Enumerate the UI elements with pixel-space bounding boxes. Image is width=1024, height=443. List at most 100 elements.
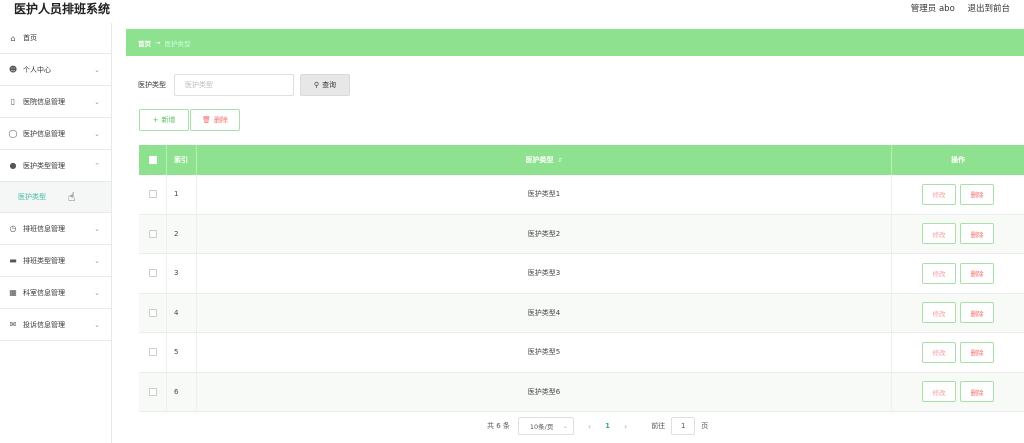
breadcrumb-home[interactable]: 首页	[138, 38, 151, 48]
user-name: 管理员 abo	[910, 4, 955, 14]
header-type-label: 医护类型	[525, 156, 554, 164]
sidebar-item-label: 排班信息管理	[23, 224, 65, 233]
row-type: 医护类型6	[197, 372, 892, 411]
pagination: 共 6 条 10条/页 ⌄ ‹ 1 › 前往 1 页	[487, 417, 708, 435]
chevron-down-icon: ⌄	[94, 224, 100, 233]
row-delete-button[interactable]: 删除	[960, 381, 994, 403]
row-index: 3	[167, 254, 197, 293]
row-checkbox[interactable]	[148, 348, 157, 357]
select-all-checkbox[interactable]	[148, 156, 157, 164]
chevron-down-icon: ⌄	[562, 422, 568, 430]
row-checkbox-cell	[139, 214, 167, 253]
current-page-number[interactable]: 1	[605, 422, 610, 430]
sidebar-item-department-info[interactable]: ▦ 科室信息管理 ⌄	[0, 277, 111, 309]
row-delete-button[interactable]: 删除	[960, 262, 994, 284]
clock-icon: ◷	[9, 224, 17, 233]
row-index: 1	[167, 175, 197, 214]
sidebar-item-label: 科室信息管理	[23, 288, 65, 297]
row-index: 6	[167, 372, 197, 411]
add-button-label: 新增	[161, 116, 176, 124]
row-checkbox-cell	[139, 372, 167, 411]
sidebar-item-home[interactable]: ⌂ 首页	[0, 23, 111, 54]
goto-page-input[interactable]: 1	[671, 417, 696, 435]
user-icon: ☻	[8, 65, 18, 74]
row-checkbox-cell	[139, 333, 167, 372]
row-type: 医护类型2	[197, 214, 892, 253]
top-bar: 医护人员排班系统 管理员 abo 退出到前台	[0, 0, 1024, 18]
table-row: 3 医护类型3 修改 删除	[139, 254, 1024, 294]
row-index: 2	[167, 214, 197, 253]
row-type: 医护类型3	[197, 254, 892, 293]
row-index: 4	[167, 293, 197, 332]
chevron-down-icon: ⌄	[94, 65, 100, 74]
sidebar-subitem-label: 医护类型	[18, 193, 46, 201]
header-type[interactable]: 医护类型 ⇵	[197, 145, 892, 175]
sort-icon[interactable]: ⇵	[557, 157, 562, 164]
home-icon: ⌂	[10, 33, 16, 43]
edit-button[interactable]: 修改	[922, 381, 956, 403]
edit-button[interactable]: 修改	[922, 262, 956, 284]
row-checkbox-cell	[139, 293, 167, 332]
row-checkbox[interactable]	[148, 387, 157, 396]
sidebar-item-personal-center[interactable]: ☻ 个人中心 ⌄	[0, 54, 111, 86]
location-icon: ●	[9, 161, 17, 170]
header-ops: 操作	[951, 156, 965, 164]
sidebar-item-label: 医护类型管理	[23, 161, 65, 170]
row-ops: 修改 删除	[892, 254, 1024, 293]
row-delete-button[interactable]: 删除	[960, 183, 994, 205]
main-content: 首页 → 医护类型 医护类型 医护类型 ⚲ 查询 + 新增 🗑 删除 索引 医护…	[126, 29, 1024, 443]
table-header: 索引 医护类型 ⇵ 操作	[139, 145, 1024, 175]
breadcrumb: 首页 → 医护类型	[126, 29, 1024, 56]
row-checkbox[interactable]	[148, 269, 157, 278]
next-page-icon[interactable]: ›	[624, 422, 627, 431]
row-ops: 修改 删除	[892, 215, 1024, 254]
sidebar-item-label: 排班类型管理	[23, 256, 65, 265]
sidebar-subitem-medical-type[interactable]: 医护类型 ☝	[0, 182, 111, 213]
header-index: 索引	[167, 145, 197, 175]
row-delete-button[interactable]: 删除	[960, 302, 994, 324]
table-row: 5 医护类型5 修改 删除	[139, 333, 1024, 373]
sidebar-item-schedule-info[interactable]: ◷ 排班信息管理 ⌄	[0, 213, 111, 245]
chevron-down-icon: ⌄	[94, 320, 100, 329]
delete-button[interactable]: 🗑 删除	[190, 109, 240, 131]
add-button[interactable]: + 新增	[139, 109, 189, 131]
row-delete-button[interactable]: 删除	[960, 223, 994, 245]
sidebar-item-label: 个人中心	[23, 65, 51, 74]
breadcrumb-arrow-icon: →	[155, 38, 161, 47]
row-checkbox[interactable]	[148, 229, 157, 238]
sidebar-item-schedule-type[interactable]: ▬ 排班类型管理 ⌄	[0, 245, 111, 277]
row-checkbox[interactable]	[148, 190, 157, 199]
prev-page-icon[interactable]: ‹	[588, 422, 591, 431]
sidebar-item-label: 投诉信息管理	[23, 320, 65, 329]
chevron-down-icon: ⌄	[94, 288, 100, 297]
search-icon: ⚲	[313, 81, 320, 89]
row-checkbox-cell	[139, 254, 167, 293]
row-delete-button[interactable]: 删除	[960, 341, 994, 363]
search-input[interactable]: 医护类型	[174, 74, 294, 96]
page-size-select[interactable]: 10条/页 ⌄	[517, 417, 574, 435]
goto-label: 前往	[651, 422, 666, 430]
row-ops: 修改 删除	[892, 333, 1024, 372]
select-all-cell	[139, 145, 167, 175]
edit-button[interactable]: 修改	[922, 183, 956, 205]
keyboard-icon: ▦	[9, 288, 17, 297]
sidebar-item-medical-type[interactable]: ● 医护类型管理 ⌃	[0, 150, 111, 182]
exit-to-frontend-link[interactable]: 退出到前台	[967, 4, 1010, 14]
search-button[interactable]: ⚲ 查询	[300, 74, 350, 96]
sidebar-item-hospital-info[interactable]: ▯ 医院信息管理 ⌄	[0, 86, 111, 118]
row-type: 医护类型5	[197, 333, 892, 372]
sidebar-item-label: 医护信息管理	[23, 129, 65, 138]
chevron-down-icon: ⌄	[94, 256, 100, 265]
mic-icon: ◯	[8, 129, 18, 138]
row-checkbox[interactable]	[148, 308, 157, 317]
sidebar-item-complaint-info[interactable]: ✉ 投诉信息管理 ⌄	[0, 309, 111, 341]
edit-button[interactable]: 修改	[922, 341, 956, 363]
trash-icon: 🗑	[202, 116, 211, 124]
edit-button[interactable]: 修改	[922, 223, 956, 245]
edit-button[interactable]: 修改	[922, 302, 956, 324]
row-type: 医护类型4	[197, 293, 892, 332]
user-area: 管理员 abo 退出到前台	[901, 2, 1010, 14]
hand-cursor-icon: ☝	[68, 190, 76, 204]
row-checkbox-cell	[139, 175, 167, 214]
sidebar-item-medical-staff-info[interactable]: ◯ 医护信息管理 ⌄	[0, 118, 111, 150]
